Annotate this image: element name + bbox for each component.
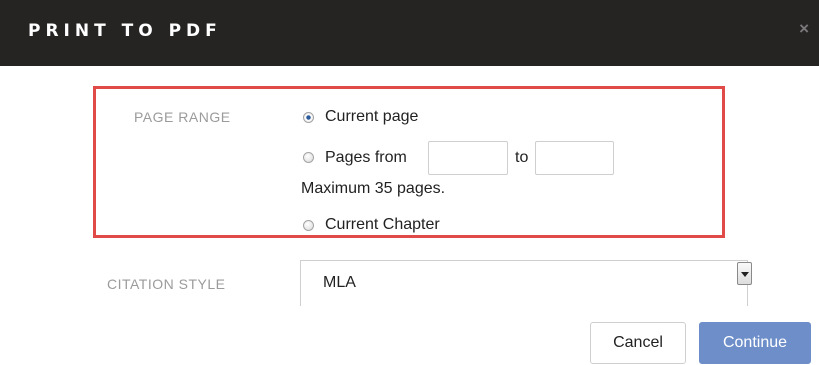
page-range-label: PAGE RANGE — [134, 109, 231, 125]
max-pages-note: Maximum 35 pages. — [301, 180, 446, 197]
pages-from-input[interactable] — [428, 141, 508, 175]
current-page-radio[interactable] — [303, 112, 314, 123]
pages-to-input[interactable] — [535, 141, 614, 175]
to-label: to — [515, 149, 529, 166]
current-chapter-radio[interactable] — [303, 220, 314, 231]
citation-style-value: MLA — [323, 274, 356, 291]
pages-from-label[interactable]: Pages from — [325, 149, 407, 167]
current-page-label[interactable]: Current page — [325, 108, 418, 126]
cancel-button[interactable]: Cancel — [590, 322, 686, 364]
close-icon[interactable]: × — [799, 19, 809, 39]
current-chapter-label[interactable]: Current Chapter — [325, 216, 440, 234]
citation-style-select[interactable]: MLA — [300, 260, 748, 306]
dialog-title: PRINT TO PDF — [28, 21, 222, 41]
pages-from-radio[interactable] — [303, 152, 314, 163]
citation-style-label: CITATION STYLE — [107, 276, 226, 292]
dialog-titlebar: PRINT TO PDF × — [0, 0, 819, 66]
continue-button[interactable]: Continue — [699, 322, 811, 364]
chevron-down-icon[interactable] — [737, 262, 752, 285]
